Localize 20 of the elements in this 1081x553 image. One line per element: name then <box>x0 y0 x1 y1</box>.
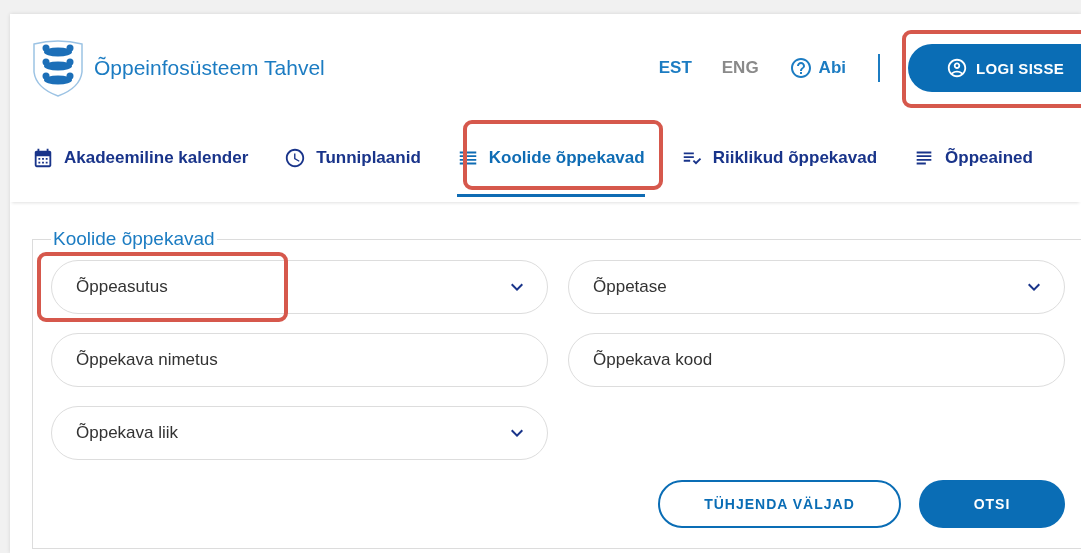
input-field[interactable]: Õppekava nimetus <box>51 333 548 387</box>
nav-tab[interactable]: Tunniplaanid <box>284 122 421 197</box>
nav-tab[interactable]: Riiklikud õppekavad <box>680 122 878 197</box>
nav-tab[interactable]: Koolide õppekavad <box>456 122 645 197</box>
input-field[interactable]: Õppekava kood <box>568 333 1065 387</box>
app-title: Õppeinfosüsteem Tahvel <box>94 56 325 80</box>
section-legend: Koolide õppekavad <box>51 228 217 250</box>
calendar-icon <box>32 147 54 169</box>
search-button[interactable]: OTSI <box>919 480 1065 528</box>
help-link[interactable]: Abi <box>788 56 846 80</box>
clear-button[interactable]: TÜHJENDA VÄLJAD <box>658 480 901 528</box>
coat-of-arms-icon <box>30 38 86 98</box>
nav-tab[interactable]: Akadeemiline kalender <box>32 122 249 197</box>
nav-tab[interactable]: Õppeained <box>913 122 1033 197</box>
help-icon <box>788 56 813 80</box>
login-button[interactable]: LOGI SISSE <box>908 44 1081 92</box>
language-link[interactable]: EST <box>658 58 692 78</box>
user-icon <box>946 57 968 79</box>
clock-icon <box>284 147 307 169</box>
help-label: Abi <box>818 58 846 78</box>
